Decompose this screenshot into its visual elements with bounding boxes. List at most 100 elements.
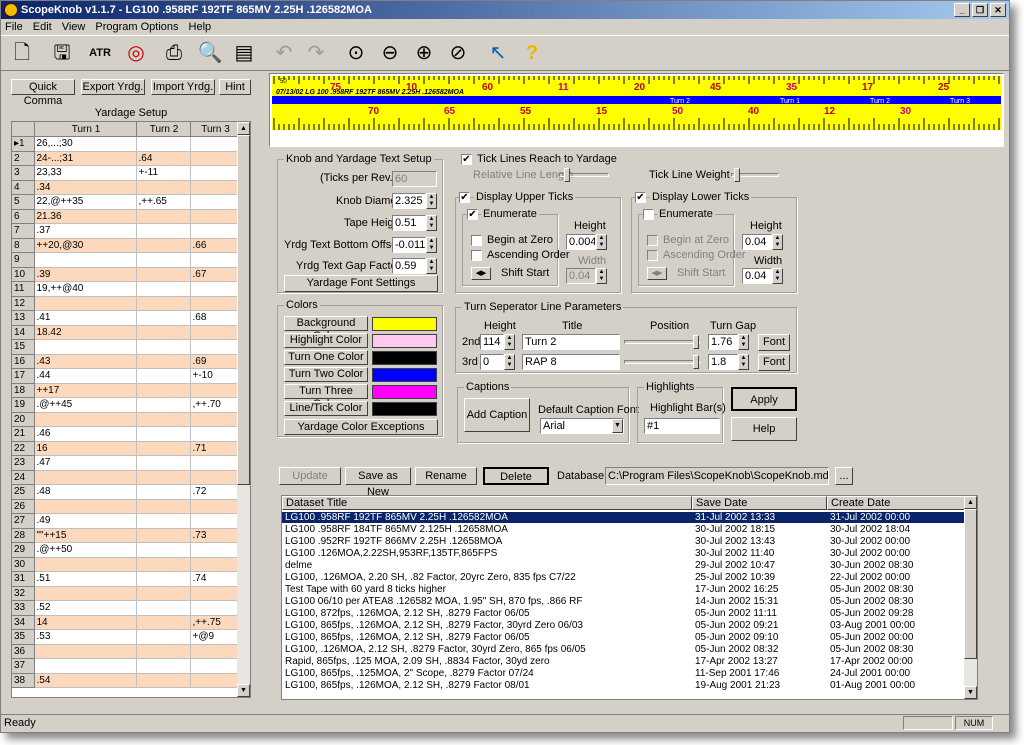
row-number[interactable]: 36 — [12, 644, 35, 659]
row-number[interactable]: 11 — [12, 281, 35, 297]
bottom-offset-field[interactable]: -0.011 — [392, 237, 426, 253]
zoom-out-icon[interactable]: ⊖ — [375, 38, 405, 68]
grid-row[interactable]: 15 — [12, 339, 240, 355]
rename-button[interactable]: Rename — [415, 467, 477, 485]
upper-ticks-checkbox[interactable]: ✔ — [459, 192, 470, 203]
grid-cell[interactable] — [34, 644, 137, 659]
grid-row[interactable]: 21.46 — [12, 426, 240, 442]
row-number[interactable]: 16 — [12, 354, 35, 369]
row-number[interactable]: 8 — [12, 238, 35, 253]
grid-row[interactable]: 35.53 +@9 — [12, 629, 240, 645]
grid-cell[interactable] — [136, 484, 191, 500]
list-scroll-thumb[interactable] — [964, 509, 977, 659]
properties-icon[interactable]: ▤ — [229, 38, 259, 68]
grid-cell[interactable] — [136, 281, 191, 297]
grid-row[interactable]: 2 24-...;31.64 — [12, 151, 240, 166]
grid-cell[interactable] — [190, 470, 240, 485]
grid-cell[interactable]: +-10 — [190, 368, 240, 384]
minimize-button[interactable]: _ — [954, 3, 970, 17]
grid-cell[interactable] — [136, 267, 191, 282]
grid-cell[interactable] — [136, 441, 191, 456]
sep-3rd-position-slider[interactable] — [624, 355, 700, 369]
grid-cell[interactable]: ,++.70 — [190, 397, 240, 413]
database-path-field[interactable]: C:\Program Files\ScopeKnob\ScopeKnob.mdb — [605, 467, 829, 485]
grid-row[interactable]: 13.41 .68 — [12, 310, 240, 326]
upper-width-spin-icon[interactable]: ▲ ▼ — [596, 268, 607, 284]
color-exceptions-button[interactable]: Yardage Color Exceptions — [284, 419, 438, 435]
chevron-down-icon[interactable]: ▼ — [612, 419, 623, 433]
grid-cell[interactable] — [136, 325, 191, 340]
color-button[interactable]: Highlight Color — [284, 333, 368, 348]
list-scroll-up-icon[interactable]: ▲ — [964, 496, 977, 509]
grid-cell[interactable] — [136, 528, 191, 543]
lower-width-spin-icon[interactable]: ▲ ▼ — [772, 268, 783, 284]
tape-spin-icon[interactable]: ▲ ▼ — [426, 215, 437, 231]
grid-row[interactable]: 29 .@++50 — [12, 542, 240, 558]
row-number[interactable]: 24 — [12, 470, 35, 485]
grid-cell[interactable] — [136, 339, 191, 355]
close-button[interactable]: ✕ — [990, 3, 1006, 17]
list-item[interactable]: LG100, .126MOA, 2.12 SH, .8279 Factor, 3… — [282, 644, 965, 655]
list-item[interactable]: LG100 .958RF 184TF 865MV 2.125H .12658MO… — [282, 524, 965, 535]
atrag-icon[interactable]: ATR — [85, 38, 115, 68]
sep-2nd-position-slider[interactable] — [624, 335, 700, 349]
new-icon[interactable]: 🗋 — [7, 38, 37, 68]
grid-cell[interactable] — [136, 354, 191, 369]
grid-row[interactable]: 12 — [12, 296, 240, 311]
grid-row[interactable]: 31.51 .74 — [12, 571, 240, 587]
grid-cell[interactable] — [34, 658, 137, 674]
scroll-down-icon[interactable]: ▼ — [237, 684, 250, 697]
zoom-fit-icon[interactable]: ⊙ — [341, 38, 371, 68]
lower-ticks-checkbox[interactable]: ✔ — [635, 192, 646, 203]
grid-cell[interactable] — [136, 296, 191, 311]
grid-cell[interactable]: .67 — [190, 267, 240, 282]
row-number[interactable]: 2 — [12, 151, 35, 166]
grid-row[interactable]: 8 ++20,@30 .66 — [12, 238, 240, 253]
row-number[interactable]: 6 — [12, 209, 35, 224]
ticks-field[interactable]: 60 — [392, 171, 437, 187]
grid-cell[interactable] — [34, 557, 137, 572]
grid-row[interactable]: 32 — [12, 586, 240, 601]
upper-width-field[interactable]: 0.04 — [566, 268, 596, 284]
grid-header-turn1[interactable]: Turn 1 — [34, 122, 137, 137]
row-number[interactable]: 4 — [12, 180, 35, 195]
grid-cell[interactable] — [190, 281, 240, 297]
grid-cell[interactable]: .69 — [190, 354, 240, 369]
grid-row[interactable]: 3 23,33 +-11 — [12, 165, 240, 181]
grid-row[interactable]: 5 22,@++35 ,++.65 — [12, 194, 240, 210]
grid-cell[interactable] — [190, 586, 240, 601]
target-icon[interactable]: ◎ — [121, 38, 151, 68]
grid-cell[interactable] — [136, 658, 191, 674]
redo-icon[interactable]: ↷ — [301, 38, 331, 68]
lower-enumerate-checkbox[interactable] — [643, 209, 654, 220]
row-number[interactable]: 10 — [12, 267, 35, 282]
grid-row[interactable]: 30 — [12, 557, 240, 572]
row-number[interactable]: 22 — [12, 441, 35, 456]
grid-row[interactable]: 9 — [12, 252, 240, 268]
row-number[interactable]: 7 — [12, 223, 35, 239]
color-swatch[interactable] — [372, 385, 437, 399]
grid-cell[interactable] — [34, 296, 137, 311]
row-number[interactable]: ▸1 — [12, 136, 35, 152]
grid-row[interactable]: ▸1 26,...;30 — [12, 136, 240, 152]
grid-cell[interactable] — [190, 557, 240, 572]
grid-cell[interactable]: .37 — [34, 223, 137, 239]
grid-cell[interactable]: 14 — [34, 615, 137, 630]
row-number[interactable]: 19 — [12, 397, 35, 413]
caption-font-select[interactable]: Arial ▼ — [540, 418, 624, 434]
sep-2nd-height[interactable]: 114 — [480, 334, 504, 350]
quick-comma-button[interactable]: Quick Comma — [11, 79, 75, 107]
color-button[interactable]: Turn Three Color — [284, 384, 368, 410]
grid-cell[interactable] — [190, 209, 240, 224]
print-preview-icon[interactable]: 🔍 — [195, 38, 225, 68]
grid-cell[interactable]: .71 — [190, 441, 240, 456]
rel-length-slider[interactable] — [559, 168, 609, 182]
grid-cell[interactable] — [190, 383, 240, 398]
scroll-thumb[interactable] — [237, 135, 250, 485]
grid-row[interactable]: 22 16 .71 — [12, 441, 240, 456]
grid-row[interactable]: 4.34 — [12, 180, 240, 195]
lower-height-field[interactable]: 0.04 — [742, 234, 772, 250]
grid-cell[interactable]: .46 — [34, 426, 137, 442]
color-swatch[interactable] — [372, 402, 437, 416]
grid-cell[interactable] — [190, 673, 240, 688]
